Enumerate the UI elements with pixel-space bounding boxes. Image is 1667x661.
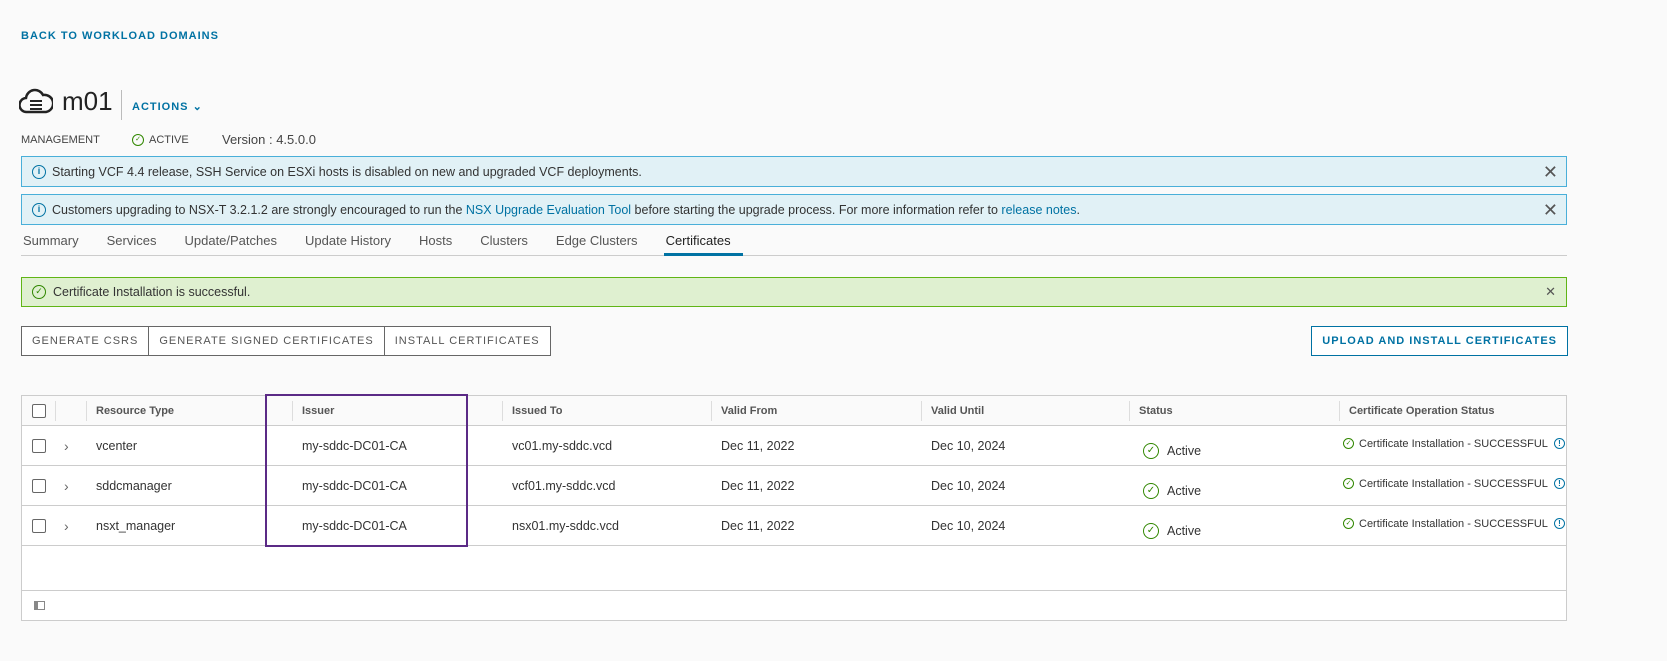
select-all-checkbox[interactable] bbox=[32, 404, 46, 418]
check-circle-icon: ✓ bbox=[1343, 478, 1354, 489]
tab-update-patches[interactable]: Update/Patches bbox=[182, 230, 289, 256]
tab-edge-clusters[interactable]: Edge Clusters bbox=[554, 230, 650, 256]
check-circle-icon: ✓ bbox=[1343, 518, 1354, 529]
tab-services[interactable]: Services bbox=[105, 230, 169, 256]
resource-type: vcenter bbox=[96, 438, 137, 453]
status-text: Active bbox=[1167, 523, 1202, 538]
status: ✓ Active bbox=[1143, 431, 1201, 470]
success-alert: ✓ Certificate Installation is successful.… bbox=[21, 277, 1567, 307]
expand-chevron-icon[interactable]: › bbox=[64, 506, 69, 545]
info-icon[interactable]: ! bbox=[1553, 478, 1565, 489]
header-spacer bbox=[55, 401, 85, 421]
operation-status-text: Certificate Installation - SUCCESSFUL bbox=[1359, 517, 1548, 530]
nsx-upgrade-banner: i Customers upgrading to NSX-T 3.2.1.2 ar… bbox=[21, 194, 1567, 225]
domain-type: MANAGEMENT bbox=[21, 134, 100, 146]
close-icon[interactable]: ✕ bbox=[1543, 162, 1558, 183]
expand-chevron-icon[interactable]: › bbox=[64, 466, 69, 505]
domain-version: Version : 4.5.0.0 bbox=[222, 132, 316, 147]
back-to-workload-domains-link[interactable]: BACK TO WORKLOAD DOMAINS bbox=[21, 30, 219, 42]
upload-and-install-certificates-button[interactable]: UPLOAD AND INSTALL CERTIFICATES bbox=[1311, 326, 1568, 356]
column-status[interactable]: Status bbox=[1129, 401, 1173, 421]
tab-update-history[interactable]: Update History bbox=[303, 230, 403, 256]
tab-clusters[interactable]: Clusters bbox=[478, 230, 540, 256]
alert-text: Certificate Installation is successful. bbox=[53, 285, 251, 299]
table-row[interactable]: › vcenter my-sddc-DC01-CA vc01.my-sddc.v… bbox=[22, 426, 1566, 466]
table-row[interactable]: › sddcmanager my-sddc-DC01-CA vcf01.my-s… bbox=[22, 466, 1566, 506]
banner-text: Starting VCF 4.4 release, SSH Service on… bbox=[52, 164, 642, 179]
datagrid-footer bbox=[22, 590, 1566, 621]
status-text: Active bbox=[1167, 443, 1202, 458]
actions-dropdown[interactable]: ACTIONS ⌄ bbox=[132, 100, 203, 113]
issued-to: nsx01.my-sddc.vcd bbox=[512, 518, 619, 533]
actions-label: ACTIONS bbox=[132, 101, 189, 113]
banner-text: . bbox=[1076, 202, 1080, 217]
check-circle-icon: ✓ bbox=[1143, 482, 1159, 499]
resource-type: nsxt_manager bbox=[96, 518, 176, 533]
status: ✓ Active bbox=[1143, 511, 1201, 550]
chevron-down-icon: ⌄ bbox=[192, 101, 203, 113]
operation-status: ✓ Certificate Installation - SUCCESSFUL! bbox=[1343, 464, 1565, 503]
domain-name: m01 bbox=[62, 86, 113, 116]
resource-type: sddcmanager bbox=[96, 478, 172, 493]
column-certificate-operation-status[interactable]: Certificate Operation Status bbox=[1339, 401, 1494, 421]
valid-until: Dec 10, 2024 bbox=[931, 438, 1006, 453]
column-resource-type[interactable]: Resource Type bbox=[86, 401, 174, 421]
info-icon[interactable]: ! bbox=[1553, 438, 1565, 449]
tab-hosts[interactable]: Hosts bbox=[417, 230, 464, 256]
check-circle-icon: ✓ bbox=[1143, 442, 1159, 459]
operation-status-text: Certificate Installation - SUCCESSFUL bbox=[1359, 437, 1548, 450]
banner-text: Customers upgrading to NSX-T 3.2.1.2 are… bbox=[52, 202, 463, 217]
column-issued-to[interactable]: Issued To bbox=[502, 401, 563, 421]
column-valid-until[interactable]: Valid Until bbox=[921, 401, 984, 421]
check-circle-icon: ✓ bbox=[1343, 438, 1354, 449]
row-checkbox[interactable] bbox=[32, 506, 46, 545]
row-checkbox[interactable] bbox=[32, 466, 46, 505]
check-circle-icon: ✓ bbox=[1143, 522, 1159, 539]
divider bbox=[121, 90, 122, 120]
expand-chevron-icon[interactable]: › bbox=[64, 426, 69, 465]
nsx-evaluation-tool-link[interactable]: NSX Upgrade Evaluation Tool bbox=[466, 203, 631, 217]
ssh-info-banner: i Starting VCF 4.4 release, SSH Service o… bbox=[21, 156, 1567, 187]
info-icon: i bbox=[32, 164, 46, 179]
valid-until: Dec 10, 2024 bbox=[931, 518, 1006, 533]
issued-to: vc01.my-sddc.vcd bbox=[512, 438, 613, 453]
banner-text: before starting the upgrade process. For… bbox=[634, 202, 998, 217]
operation-status-text: Certificate Installation - SUCCESSFUL bbox=[1359, 477, 1548, 490]
status-text: ACTIVE bbox=[149, 134, 189, 146]
operation-status: ✓ Certificate Installation - SUCCESSFUL! bbox=[1343, 504, 1565, 543]
valid-until: Dec 10, 2024 bbox=[931, 478, 1006, 493]
column-toggle-icon[interactable] bbox=[34, 601, 45, 610]
issued-to: vcf01.my-sddc.vcd bbox=[512, 478, 616, 493]
column-valid-from[interactable]: Valid From bbox=[711, 401, 777, 421]
cloud-domain-icon bbox=[18, 86, 55, 119]
table-header: Resource Type Issuer Issued To Valid Fro… bbox=[22, 396, 1566, 426]
valid-from: Dec 11, 2022 bbox=[721, 518, 795, 533]
status: ✓ Active bbox=[1143, 471, 1201, 510]
generate-csrs-button[interactable]: GENERATE CSRS bbox=[21, 326, 150, 356]
info-icon: i bbox=[32, 202, 46, 217]
generate-signed-certificates-button[interactable]: GENERATE SIGNED CERTIFICATES bbox=[148, 326, 385, 356]
tab-certificates[interactable]: Certificates bbox=[663, 230, 743, 256]
certificate-button-group: GENERATE CSRS GENERATE SIGNED CERTIFICAT… bbox=[21, 326, 551, 356]
domain-tabs: Summary Services Update/Patches Update H… bbox=[21, 230, 1567, 256]
install-certificates-button[interactable]: INSTALL CERTIFICATES bbox=[383, 326, 551, 356]
status-text: Active bbox=[1167, 483, 1202, 498]
check-circle-icon: ✓ bbox=[32, 285, 46, 299]
operation-status: ✓ Certificate Installation - SUCCESSFUL! bbox=[1343, 424, 1565, 463]
info-icon[interactable]: ! bbox=[1553, 518, 1565, 529]
tab-summary[interactable]: Summary bbox=[21, 230, 91, 256]
issuer-highlight-box bbox=[265, 394, 468, 547]
domain-status: ✓ ACTIVE bbox=[132, 134, 189, 146]
certificates-datagrid: Resource Type Issuer Issued To Valid Fro… bbox=[21, 395, 1567, 621]
valid-from: Dec 11, 2022 bbox=[721, 438, 795, 453]
close-icon[interactable]: ✕ bbox=[1543, 200, 1558, 221]
valid-from: Dec 11, 2022 bbox=[721, 478, 795, 493]
table-row[interactable]: › nsxt_manager my-sddc-DC01-CA nsx01.my-… bbox=[22, 506, 1566, 546]
check-circle-icon: ✓ bbox=[132, 134, 144, 146]
close-icon[interactable]: ✕ bbox=[1545, 284, 1556, 300]
row-checkbox[interactable] bbox=[32, 426, 46, 465]
release-notes-link[interactable]: release notes bbox=[1001, 203, 1076, 217]
